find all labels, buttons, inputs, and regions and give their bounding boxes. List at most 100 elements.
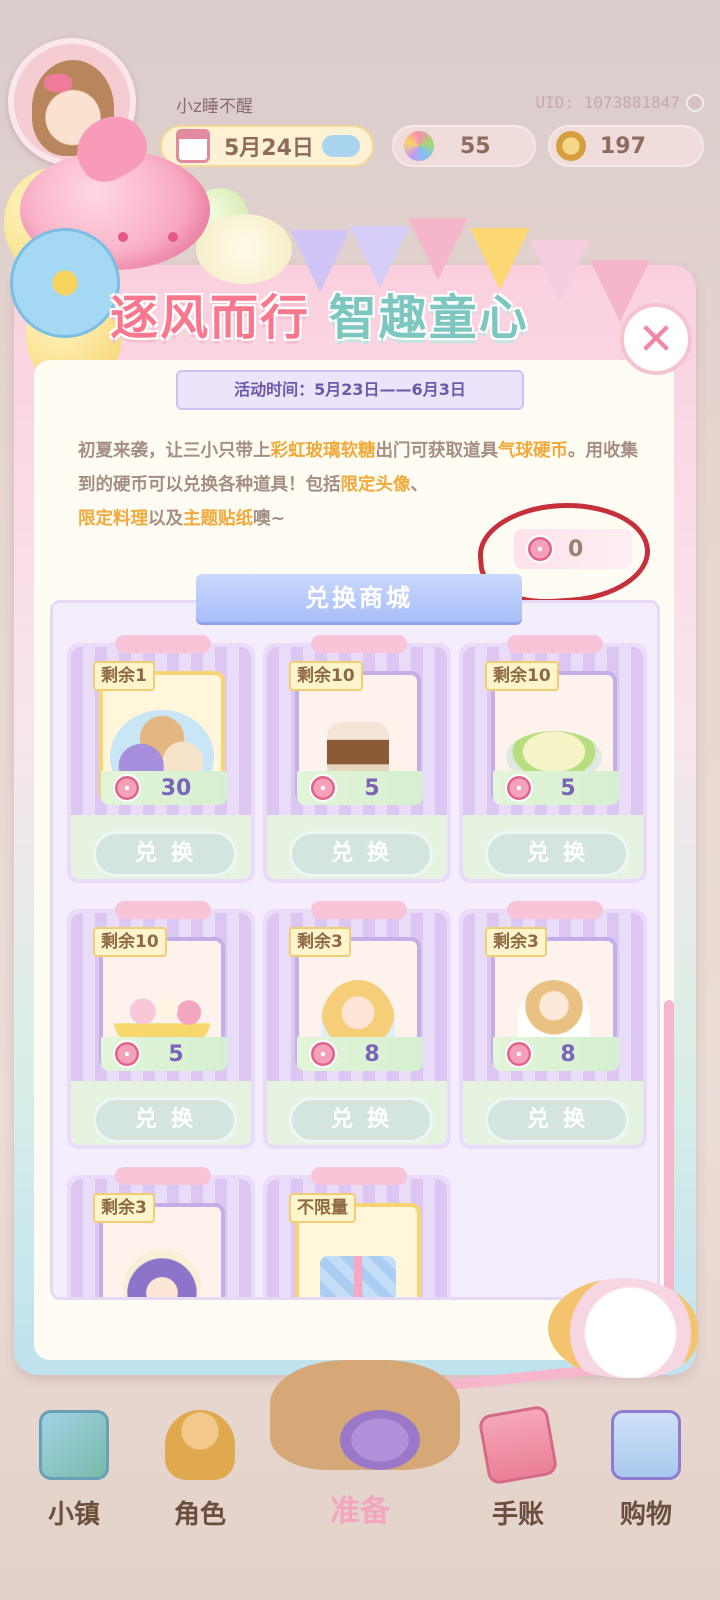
shop-title: 兑换商城	[196, 574, 522, 622]
redeem-button[interactable]: 兑换	[289, 1097, 433, 1143]
stock-label: 不限量	[289, 1193, 356, 1223]
event-title-part2: 智趣童心	[328, 290, 529, 346]
balloon-coin-icon	[113, 774, 141, 802]
avatar-bow-icon	[44, 74, 72, 92]
desc-highlight-stickers: 主题贴纸	[183, 509, 253, 529]
ribbon-bow-icon	[311, 1167, 407, 1185]
stock-label: 剩余10	[93, 927, 167, 957]
ribbon-bow-icon	[115, 901, 211, 919]
ribbon-bow-icon	[507, 901, 603, 919]
rainbow-gem-icon	[404, 131, 434, 161]
blue-flower-icon	[10, 228, 120, 338]
stock-label: 剩余10	[289, 661, 363, 691]
nav-town-label: 小镇	[47, 1500, 100, 1530]
shop-item: 不限量	[263, 1167, 451, 1297]
nav-character-label: 角色	[173, 1500, 226, 1530]
nav-shopping[interactable]: 购物	[586, 1402, 706, 1530]
shop-item: 剩余1 30 兑换	[67, 635, 255, 883]
redeem-button[interactable]: 兑换	[289, 831, 433, 877]
bunting-flag-icon	[530, 240, 590, 302]
cat-hood-sticker-icon	[123, 1249, 201, 1297]
event-title-part1: 逐风而行	[110, 290, 311, 346]
ribbon-bow-icon	[115, 635, 211, 653]
redeem-button[interactable]: 兑换	[485, 831, 629, 877]
balloon-coin-icon	[505, 1040, 533, 1068]
price-tag: 5	[493, 771, 619, 805]
shopping-bag-icon	[611, 1410, 681, 1480]
date-pill: 5月24日	[160, 125, 374, 167]
desc-highlight-cuisine: 限定料理	[78, 509, 148, 529]
shop-item: 剩余10 5 兑换	[67, 901, 255, 1149]
price-tag: 8	[297, 1037, 423, 1071]
stock-label: 剩余3	[289, 927, 351, 957]
desc-text: 初夏来袭，让三小只带上	[78, 441, 271, 461]
copy-uid-icon[interactable]	[686, 94, 704, 112]
redeem-shop[interactable]: 剩余1 30 兑换 剩余10 5 兑换 剩余10 5 兑换 剩余10 5 兑换 …	[50, 600, 660, 1300]
white-flower-icon	[196, 214, 292, 284]
weather-cloud-icon	[321, 135, 360, 157]
balloon-coin-icon	[309, 1040, 337, 1068]
shop-item: 剩余3 8 兑换	[459, 901, 647, 1149]
nav-character[interactable]: 角色	[140, 1402, 260, 1530]
balloon-coin-icon	[113, 1040, 141, 1068]
stock-label: 剩余3	[93, 1193, 155, 1223]
shop-item: 剩余3	[67, 1167, 255, 1297]
nav-prepare-label: 准备	[330, 1494, 390, 1529]
nav-journal[interactable]: 手账	[458, 1402, 578, 1530]
price-tag: 30	[101, 771, 227, 805]
nav-prepare[interactable]: 准备	[300, 1402, 420, 1529]
desc-text: 以及	[148, 509, 183, 529]
player-uid: UID: 1073881847	[535, 93, 681, 112]
calendar-icon	[176, 129, 210, 163]
shop-item: 剩余3 8 兑换	[263, 901, 451, 1149]
bottom-navigation: 小镇 角色 准备 手账 购物	[0, 1380, 720, 1600]
nav-journal-label: 手账	[491, 1500, 544, 1530]
desc-text: 出门可获取道具	[375, 441, 499, 461]
balloon-coin-icon	[505, 774, 533, 802]
nav-town[interactable]: 小镇	[14, 1402, 134, 1530]
gold-coin-icon	[556, 131, 586, 161]
price-value: 30	[160, 775, 192, 801]
character-icon	[165, 1410, 235, 1480]
map-icon	[39, 1410, 109, 1480]
desc-text: 噢~	[253, 509, 286, 529]
redeem-button[interactable]: 兑换	[485, 1097, 629, 1143]
price-tag: 5	[297, 771, 423, 805]
price-value: 8	[364, 1041, 380, 1067]
gem-counter[interactable]: 55	[392, 125, 536, 167]
price-value: 8	[560, 1041, 576, 1067]
ribbon-bow-icon	[115, 1167, 211, 1185]
event-time: 活动时间：5月23日——6月3日	[176, 370, 524, 410]
balloon-coin-icon	[309, 774, 337, 802]
unicorn-plush-icon	[548, 1278, 698, 1378]
ribbon-bow-icon	[311, 635, 407, 653]
redeem-button[interactable]: 兑换	[93, 1097, 237, 1143]
desc-highlight-balloon-coin: 气球硬币	[498, 441, 568, 461]
bunny-eye-icon	[168, 232, 178, 242]
bunny-eye-icon	[118, 232, 128, 242]
gem-count: 55	[460, 133, 491, 159]
shop-item: 剩余10 5 兑换	[459, 635, 647, 883]
current-date: 5月24日	[224, 136, 314, 161]
price-tag: 8	[493, 1037, 619, 1071]
desc-text: 、	[410, 475, 429, 495]
shop-item: 剩余10 5 兑换	[263, 635, 451, 883]
stock-label: 剩余1	[93, 661, 155, 691]
close-icon: ✕	[637, 313, 675, 365]
bunting-flag-icon	[408, 218, 468, 280]
price-value: 5	[168, 1041, 184, 1067]
player-name: 小z睡不醒	[176, 97, 253, 117]
picnic-hat-icon	[340, 1410, 420, 1470]
gold-coin-counter[interactable]: 197	[548, 125, 704, 167]
gold-coin-count: 197	[600, 133, 646, 159]
gift-box-icon	[320, 1256, 396, 1297]
price-value: 5	[364, 775, 380, 801]
ribbon-bow-icon	[311, 901, 407, 919]
stock-label: 剩余10	[485, 661, 559, 691]
price-tag: 5	[101, 1037, 227, 1071]
redeem-button[interactable]: 兑换	[93, 831, 237, 877]
price-value: 5	[560, 775, 576, 801]
close-button[interactable]: ✕	[620, 303, 692, 375]
stock-label: 剩余3	[485, 927, 547, 957]
journal-icon	[477, 1404, 559, 1486]
